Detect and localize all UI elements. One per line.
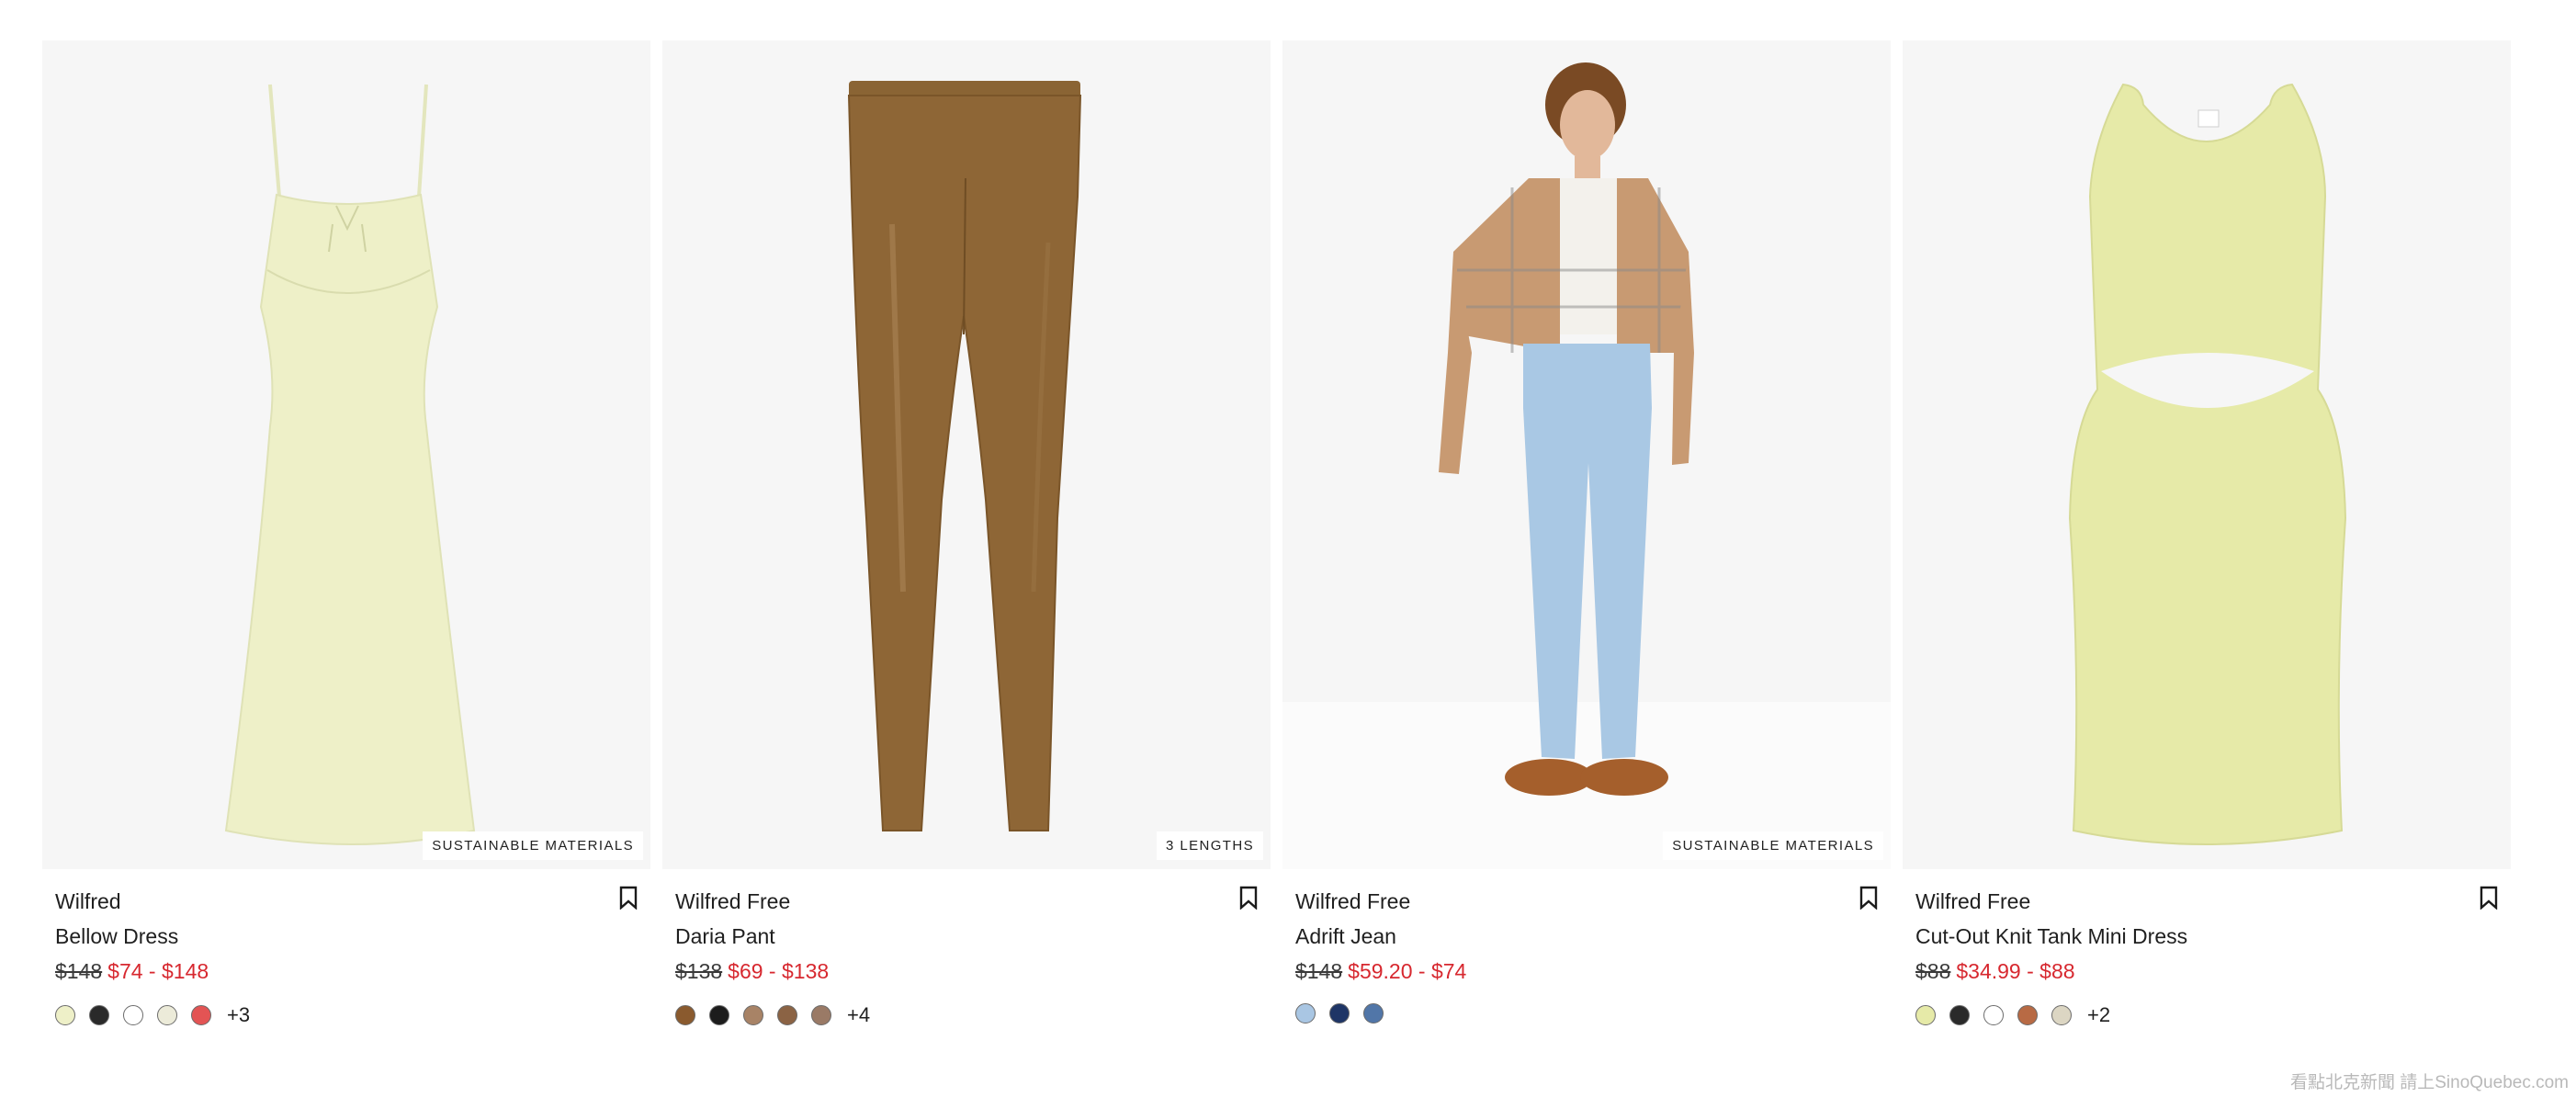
color-swatch[interactable] bbox=[123, 1005, 143, 1025]
product-brand: Wilfred Free bbox=[1295, 889, 1411, 913]
product-name[interactable]: Cut-Out Knit Tank Mini Dress bbox=[1915, 919, 2498, 954]
model-image bbox=[1282, 62, 1891, 869]
color-swatch[interactable] bbox=[191, 1005, 211, 1025]
product-price: $138 $69 - $138 bbox=[675, 954, 1258, 989]
color-swatch[interactable] bbox=[2051, 1005, 2072, 1025]
product-price: $148 $74 - $148 bbox=[55, 954, 638, 989]
color-swatch[interactable] bbox=[811, 1005, 831, 1025]
product-image[interactable]: SUSTAINABLE MATERIALS bbox=[42, 40, 650, 869]
more-colors[interactable]: +3 bbox=[227, 1003, 250, 1027]
product-brand: Wilfred bbox=[55, 889, 121, 913]
product-brand: Wilfred Free bbox=[675, 889, 791, 913]
sale-price: $59.20 - $74 bbox=[1348, 959, 1467, 983]
product-card[interactable]: 3 LENGTHS Wilfred Free Daria Pant $138 $6… bbox=[662, 40, 1271, 1027]
color-swatches: +4 bbox=[675, 1003, 1258, 1027]
product-badge: SUSTAINABLE MATERIALS bbox=[1663, 831, 1883, 860]
color-swatch[interactable] bbox=[743, 1005, 763, 1025]
product-name[interactable]: Bellow Dress bbox=[55, 919, 638, 954]
product-badge: 3 LENGTHS bbox=[1157, 831, 1263, 860]
color-swatch[interactable] bbox=[55, 1005, 75, 1025]
original-price: $88 bbox=[1915, 959, 1951, 983]
product-badge: SUSTAINABLE MATERIALS bbox=[423, 831, 643, 860]
product-card[interactable]: SUSTAINABLE MATERIALS Wilfred Free Adrif… bbox=[1282, 40, 1891, 1027]
product-card[interactable]: Wilfred Free Cut-Out Knit Tank Mini Dres… bbox=[1903, 40, 2511, 1027]
product-price: $148 $59.20 - $74 bbox=[1295, 954, 1878, 989]
watermark: 看點北克新聞 請上SinoQuebec.com bbox=[2289, 1073, 2569, 1092]
original-price: $148 bbox=[55, 959, 103, 983]
sale-price: $69 - $138 bbox=[728, 959, 830, 983]
color-swatch[interactable] bbox=[89, 1005, 109, 1025]
pant-image bbox=[847, 81, 1082, 831]
bookmark-icon[interactable] bbox=[619, 886, 638, 910]
product-name[interactable]: Adrift Jean bbox=[1295, 919, 1878, 954]
color-swatch[interactable] bbox=[709, 1005, 729, 1025]
dress-image bbox=[224, 84, 476, 845]
product-brand: Wilfred Free bbox=[1915, 889, 2031, 913]
color-swatch[interactable] bbox=[1983, 1005, 2004, 1025]
more-colors[interactable]: +4 bbox=[847, 1003, 870, 1027]
sale-price: $74 - $148 bbox=[107, 959, 209, 983]
mini-dress-image bbox=[2068, 83, 2347, 845]
product-price: $88 $34.99 - $88 bbox=[1915, 954, 2498, 989]
product-image[interactable]: SUSTAINABLE MATERIALS bbox=[1282, 40, 1891, 869]
color-swatch[interactable] bbox=[1295, 1003, 1316, 1023]
sale-price: $34.99 - $88 bbox=[1956, 959, 2075, 983]
color-swatch[interactable] bbox=[1949, 1005, 1970, 1025]
original-price: $148 bbox=[1295, 959, 1343, 983]
color-swatch[interactable] bbox=[675, 1005, 695, 1025]
more-colors[interactable]: +2 bbox=[2087, 1003, 2110, 1027]
color-swatch[interactable] bbox=[157, 1005, 177, 1025]
color-swatch[interactable] bbox=[2017, 1005, 2038, 1025]
color-swatch[interactable] bbox=[1329, 1003, 1350, 1023]
color-swatch[interactable] bbox=[1363, 1003, 1384, 1023]
color-swatches bbox=[1295, 1003, 1878, 1023]
product-name[interactable]: Daria Pant bbox=[675, 919, 1258, 954]
product-image[interactable] bbox=[1903, 40, 2511, 869]
bookmark-icon[interactable] bbox=[1239, 886, 1258, 910]
product-grid: SUSTAINABLE MATERIALS Wilfred Bellow Dre… bbox=[42, 40, 2511, 1027]
bookmark-icon[interactable] bbox=[1859, 886, 1878, 910]
color-swatches: +3 bbox=[55, 1003, 638, 1027]
color-swatch[interactable] bbox=[777, 1005, 797, 1025]
product-image[interactable]: 3 LENGTHS bbox=[662, 40, 1271, 869]
original-price: $138 bbox=[675, 959, 723, 983]
color-swatch[interactable] bbox=[1915, 1005, 1936, 1025]
color-swatches: +2 bbox=[1915, 1003, 2498, 1027]
bookmark-icon[interactable] bbox=[2480, 886, 2498, 910]
product-card[interactable]: SUSTAINABLE MATERIALS Wilfred Bellow Dre… bbox=[42, 40, 650, 1027]
